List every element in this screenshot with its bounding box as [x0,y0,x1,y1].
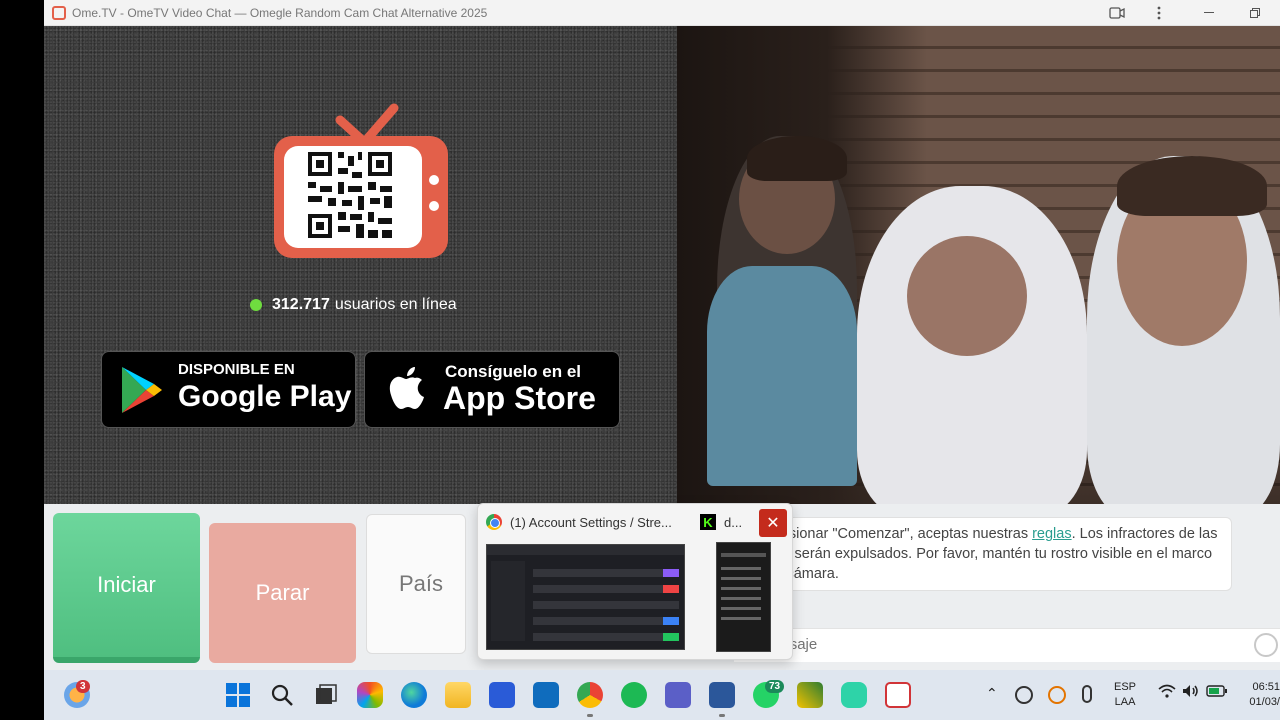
sync-icon[interactable] [1048,686,1066,704]
ometv-tv-logo-icon [274,103,448,258]
google-play-icon [122,367,162,413]
app-icon-recorder[interactable] [885,682,911,708]
online-status-dot [250,299,262,311]
app-store-big-text: App Store [443,380,596,416]
file-explorer-icon[interactable] [445,682,471,708]
preview-window2-title[interactable]: K d... [700,514,742,530]
notice-text-before: Al presionar "Comenzar", aceptas nuestra… [751,526,1033,542]
teams-icon[interactable] [665,682,691,708]
clock[interactable]: 06:51 01/03/ [1239,680,1280,710]
preview-window2-label: d... [724,514,743,530]
chrome-taskbar-icon[interactable] [577,682,603,708]
chrome-icon [486,514,502,530]
whatsapp-badge: 73 [765,680,785,693]
ometv-favicon-icon [52,5,66,20]
camera-icon[interactable] [1102,0,1132,26]
preview-thumbnail-kick[interactable] [716,542,771,652]
kick-icon: K [700,514,716,530]
wifi-icon[interactable] [1158,684,1176,701]
emoji-icon[interactable] [1254,633,1278,657]
partner-video [677,26,1280,516]
google-play-badge[interactable]: DISPONIBLE EN Google Play [101,351,356,428]
windows-start-icon[interactable] [225,682,251,708]
google-play-big-text: Google Play [178,380,352,413]
minimize-icon[interactable] [1194,0,1224,26]
app-store-badge[interactable]: Consíguelo en el App Store [364,351,620,428]
online-count: 312.717 [272,296,330,313]
browser-window: Ome.TV - OmeTV Video Chat — Omegle Rando… [44,0,1280,720]
battery-icon[interactable] [1206,685,1228,702]
language-indicator[interactable]: ESP LAA [1114,680,1136,710]
word-icon[interactable] [709,682,735,708]
apple-icon [389,367,424,409]
volume-icon[interactable] [1182,684,1200,703]
online-users-indicator: 312.717 usuarios en línea [250,296,457,314]
language-top: ESP [1114,681,1137,693]
title-bar: Ome.TV - OmeTV Video Chat — Omegle Rando… [44,0,1280,26]
task-view-icon[interactable] [313,682,339,708]
start-button[interactable]: Iniciar [53,513,200,663]
preview-thumbnail-account-settings[interactable] [486,544,685,650]
chevron-up-icon[interactable]: ⌃ [986,686,998,701]
security-icon[interactable] [1015,686,1033,704]
rules-link[interactable]: reglas [1032,526,1072,542]
spotify-icon[interactable] [621,682,647,708]
clock-time: 06:51 [1252,681,1280,693]
app-icon-robot[interactable] [841,682,867,708]
preview-window1-title[interactable]: (1) Account Settings / Stre... [486,514,672,530]
restore-icon[interactable] [1240,0,1270,26]
language-bottom: LAA [1114,696,1136,708]
copilot-icon[interactable] [357,682,383,708]
message-bar [734,628,1280,662]
edge-icon[interactable] [401,682,427,708]
taskbar-preview-popup: (1) Account Settings / Stre... K d... ✕ [477,503,793,660]
waiting-panel: 312.717 usuarios en línea DISPONIBLE EN … [44,26,677,504]
google-play-small-text: DISPONIBLE EN [178,361,295,378]
window-title: Ome.TV - OmeTV Video Chat — Omegle Rando… [72,5,488,20]
app-store-small-text: Consíguelo en el [445,362,582,381]
preview-window1-label: (1) Account Settings / Stre... [510,514,672,530]
search-icon[interactable] [269,682,295,708]
stop-button[interactable]: Parar [209,523,356,663]
weather-badge: 3 [76,680,90,693]
microsoft-store-icon[interactable] [489,682,515,708]
close-preview-button[interactable]: ✕ [759,509,787,537]
windows-taskbar: 3 73 ⌃ ESP LAA 06:51 01/03/ [44,670,1280,720]
rules-notice: Al presionar "Comenzar", aceptas nuestra… [734,517,1232,591]
app-icon-green-yellow[interactable] [797,682,823,708]
online-label: usuarios en línea [334,296,457,313]
message-input[interactable] [748,636,1228,653]
microphone-icon[interactable] [1082,685,1092,703]
outlook-icon[interactable] [533,682,559,708]
clock-date: 01/03/ [1249,696,1280,708]
more-vertical-icon[interactable] [1144,0,1174,26]
country-selector[interactable]: País [366,514,466,654]
